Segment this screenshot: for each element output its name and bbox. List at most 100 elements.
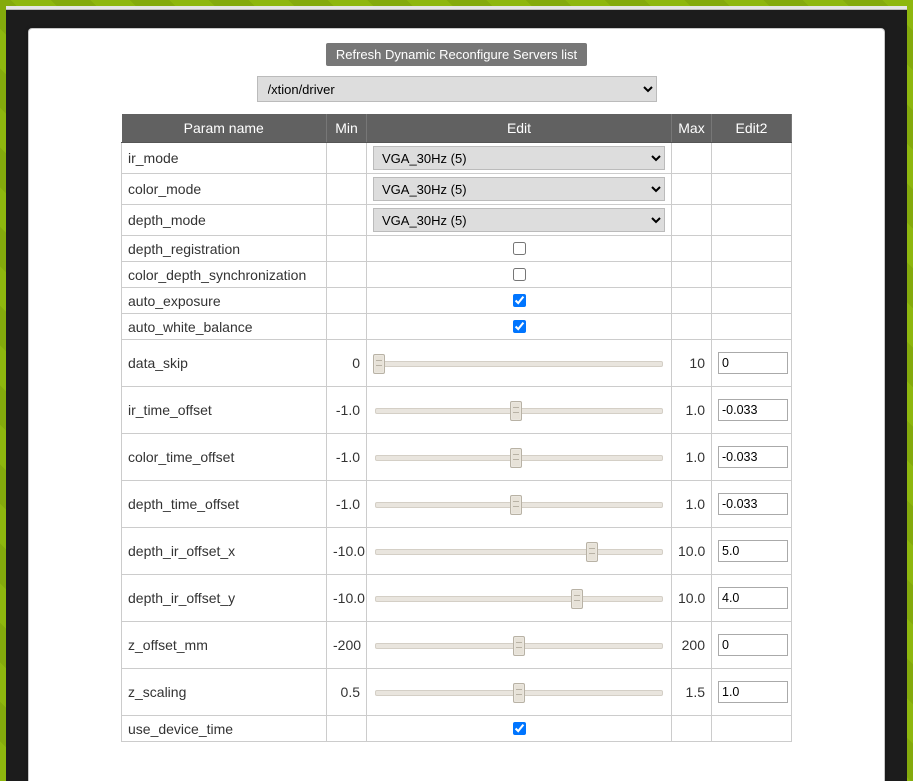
param-row-auto_white_balance: auto_white_balance — [122, 314, 792, 340]
param-max — [672, 314, 712, 340]
param-row-color_depth_synchronization: color_depth_synchronization — [122, 262, 792, 288]
param-checkbox-auto_white_balance[interactable] — [513, 320, 526, 333]
param-max: 200 — [672, 622, 712, 669]
param-edit — [367, 387, 672, 434]
slider-thumb[interactable] — [513, 636, 525, 656]
slider-thumb[interactable] — [510, 448, 522, 468]
param-min: -10.0 — [327, 528, 367, 575]
param-name: z_scaling — [122, 669, 327, 716]
param-name: auto_exposure — [122, 288, 327, 314]
param-name: auto_white_balance — [122, 314, 327, 340]
param-row-auto_exposure: auto_exposure — [122, 288, 792, 314]
param-edit2-input-z_scaling[interactable] — [718, 681, 788, 703]
slider-thumb[interactable] — [513, 683, 525, 703]
refresh-servers-button[interactable]: Refresh Dynamic Reconfigure Servers list — [326, 43, 587, 66]
param-select-ir_mode[interactable]: VGA_30Hz (5) — [373, 146, 665, 170]
param-select-depth_mode[interactable]: VGA_30Hz (5) — [373, 208, 665, 232]
param-edit: VGA_30Hz (5) — [367, 174, 672, 205]
param-name: ir_mode — [122, 143, 327, 174]
param-max: 10 — [672, 340, 712, 387]
param-row-z_scaling: z_scaling0.51.5 — [122, 669, 792, 716]
param-edit — [367, 622, 672, 669]
param-name: depth_time_offset — [122, 481, 327, 528]
slider-track — [375, 596, 663, 602]
param-min: -1.0 — [327, 481, 367, 528]
slider-thumb[interactable] — [586, 542, 598, 562]
param-edit — [367, 669, 672, 716]
param-max — [672, 262, 712, 288]
param-edit2 — [712, 174, 792, 205]
param-max: 1.0 — [672, 481, 712, 528]
param-checkbox-depth_registration[interactable] — [513, 242, 526, 255]
param-edit2-input-depth_time_offset[interactable] — [718, 493, 788, 515]
param-slider-z_scaling[interactable] — [373, 683, 665, 701]
param-max — [672, 716, 712, 742]
param-slider-data_skip[interactable] — [373, 354, 665, 372]
param-edit2-input-color_time_offset[interactable] — [718, 446, 788, 468]
param-max — [672, 143, 712, 174]
param-edit — [367, 288, 672, 314]
param-edit — [367, 716, 672, 742]
param-name: depth_ir_offset_x — [122, 528, 327, 575]
param-slider-depth_ir_offset_y[interactable] — [373, 589, 665, 607]
param-edit2 — [712, 528, 792, 575]
param-edit2-input-depth_ir_offset_x[interactable] — [718, 540, 788, 562]
col-header-max: Max — [672, 114, 712, 143]
param-checkbox-use_device_time[interactable] — [513, 722, 526, 735]
param-max: 10.0 — [672, 575, 712, 622]
param-slider-z_offset_mm[interactable] — [373, 636, 665, 654]
param-edit2-input-depth_ir_offset_y[interactable] — [718, 587, 788, 609]
param-edit2 — [712, 340, 792, 387]
param-edit — [367, 481, 672, 528]
param-checkbox-color_depth_synchronization[interactable] — [513, 268, 526, 281]
param-edit2 — [712, 481, 792, 528]
col-header-edit: Edit — [367, 114, 672, 143]
param-min — [327, 288, 367, 314]
param-max: 10.0 — [672, 528, 712, 575]
slider-thumb[interactable] — [510, 401, 522, 421]
param-name: data_skip — [122, 340, 327, 387]
slider-thumb[interactable] — [571, 589, 583, 609]
param-edit — [367, 575, 672, 622]
param-edit — [367, 434, 672, 481]
param-edit2 — [712, 387, 792, 434]
param-max — [672, 205, 712, 236]
param-row-use_device_time: use_device_time — [122, 716, 792, 742]
slider-thumb[interactable] — [373, 354, 385, 374]
top-toolbar — [6, 6, 907, 10]
param-name: ir_time_offset — [122, 387, 327, 434]
param-max: 1.5 — [672, 669, 712, 716]
param-slider-color_time_offset[interactable] — [373, 448, 665, 466]
param-name: color_time_offset — [122, 434, 327, 481]
param-slider-ir_time_offset[interactable] — [373, 401, 665, 419]
param-edit — [367, 340, 672, 387]
param-max: 1.0 — [672, 387, 712, 434]
param-edit2 — [712, 205, 792, 236]
param-slider-depth_ir_offset_x[interactable] — [373, 542, 665, 560]
slider-thumb[interactable] — [510, 495, 522, 515]
params-table: Param name Min Edit Max Edit2 ir_modeVGA… — [121, 114, 792, 742]
col-header-edit2: Edit2 — [712, 114, 792, 143]
inner-dark-frame: Refresh Dynamic Reconfigure Servers list… — [6, 6, 907, 781]
param-edit2-input-z_offset_mm[interactable] — [718, 634, 788, 656]
param-min: -1.0 — [327, 387, 367, 434]
slider-track — [375, 361, 663, 367]
slider-track — [375, 549, 663, 555]
param-edit2 — [712, 575, 792, 622]
param-row-ir_time_offset: ir_time_offset-1.0 1.0 — [122, 387, 792, 434]
param-name: color_mode — [122, 174, 327, 205]
param-edit — [367, 236, 672, 262]
param-edit2 — [712, 288, 792, 314]
param-name: use_device_time — [122, 716, 327, 742]
param-edit2-input-data_skip[interactable] — [718, 352, 788, 374]
param-edit2 — [712, 143, 792, 174]
param-slider-depth_time_offset[interactable] — [373, 495, 665, 513]
server-select[interactable]: /xtion/driver — [257, 76, 657, 102]
param-min — [327, 716, 367, 742]
param-max — [672, 288, 712, 314]
param-edit2-input-ir_time_offset[interactable] — [718, 399, 788, 421]
param-edit — [367, 314, 672, 340]
param-min: -10.0 — [327, 575, 367, 622]
param-select-color_mode[interactable]: VGA_30Hz (5) — [373, 177, 665, 201]
param-checkbox-auto_exposure[interactable] — [513, 294, 526, 307]
